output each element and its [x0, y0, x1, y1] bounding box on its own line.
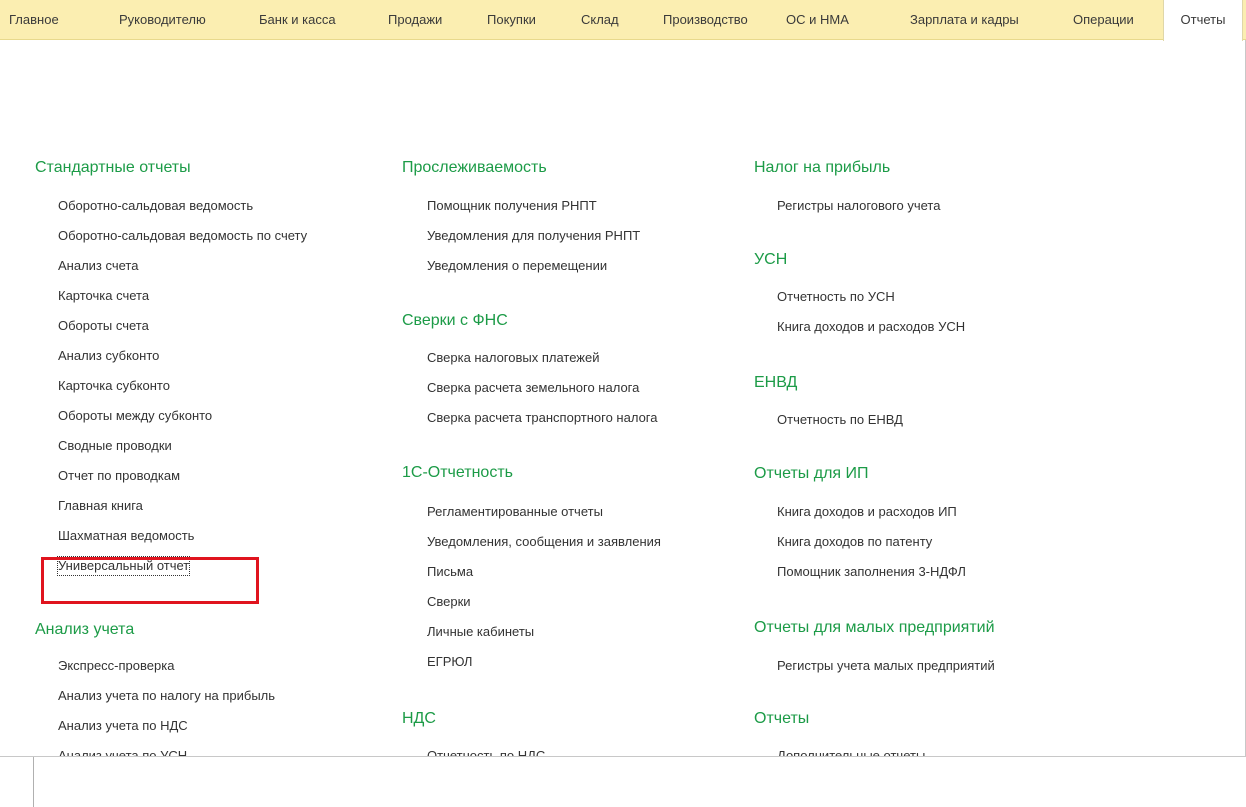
menu-item-production[interactable]: Производство [663, 0, 748, 40]
link-vat-reporting[interactable]: Отчетность по НДС [427, 747, 545, 756]
link-transfer-notifications[interactable]: Уведомления о перемещении [427, 257, 607, 275]
link-patent-income-book[interactable]: Книга доходов по патенту [777, 533, 932, 551]
group-title-reports: Отчеты [754, 710, 810, 727]
reports-panel: Стандартные отчеты Оборотно-сальдовая ве… [0, 40, 1246, 757]
menu-item-salary-hr[interactable]: Зарплата и кадры [910, 0, 1019, 40]
menu-item-main[interactable]: Главное [9, 0, 59, 40]
group-title-small-business: Отчеты для малых предприятий [754, 619, 995, 636]
menu-item-operations[interactable]: Операции [1073, 0, 1134, 40]
group-title-fns-reconciliation: Сверки с ФНС [402, 312, 508, 329]
group-title-profit-tax: Налог на прибыль [754, 159, 891, 176]
link-small-business-registers[interactable]: Регистры учета малых предприятий [777, 657, 995, 675]
left-border-line [33, 757, 34, 807]
group-title-1c-reporting: 1С-Отчетность [402, 464, 513, 481]
group-title-envd: ЕНВД [754, 374, 798, 391]
link-rnpt-notifications[interactable]: Уведомления для получения РНПТ [427, 227, 640, 245]
section-menu-bar: Главное Руководителю Банк и касса Продаж… [0, 0, 1246, 41]
menu-item-purchases[interactable]: Покупки [487, 0, 536, 40]
link-personal-accounts[interactable]: Личные кабинеты [427, 623, 534, 641]
link-tax-registers[interactable]: Регистры налогового учета [777, 197, 940, 215]
menu-item-warehouse[interactable]: Склад [581, 0, 619, 40]
menu-item-manager[interactable]: Руководителю [119, 0, 206, 40]
link-envd-reporting[interactable]: Отчетность по ЕНВД [777, 411, 903, 429]
menu-item-sales[interactable]: Продажи [388, 0, 442, 40]
link-usn-reporting[interactable]: Отчетность по УСН [777, 288, 895, 306]
link-land-tax-reconciliation[interactable]: Сверка расчета земельного налога [427, 379, 639, 397]
group-title-traceability: Прослеживаемость [402, 159, 547, 176]
link-additional-reports[interactable]: Дополнительные отчеты [777, 747, 925, 756]
menu-item-reports[interactable]: Отчеты [1163, 0, 1243, 41]
group-title-ip-reports: Отчеты для ИП [754, 465, 869, 482]
column-profit-tax: Налог на прибыль Регистры налогового уче… [0, 40, 995, 756]
link-rnpt-assistant[interactable]: Помощник получения РНПТ [427, 197, 597, 215]
link-tax-payments-reconciliation[interactable]: Сверка налоговых платежей [427, 349, 600, 367]
annotation-highlight-box [41, 557, 259, 604]
menu-item-fixed-assets[interactable]: ОС и НМА [786, 0, 849, 40]
link-notifications-statements[interactable]: Уведомления, сообщения и заявления [427, 533, 661, 551]
group-title-usn: УСН [754, 251, 788, 268]
link-reconciliations[interactable]: Сверки [427, 593, 471, 611]
link-letters[interactable]: Письма [427, 563, 473, 581]
link-3ndfl-assistant[interactable]: Помощник заполнения 3-НДФЛ [777, 563, 966, 581]
link-regulated-reports[interactable]: Регламентированные отчеты [427, 503, 603, 521]
menu-item-bank-cash[interactable]: Банк и касса [259, 0, 336, 40]
link-usn-income-expense-book[interactable]: Книга доходов и расходов УСН [777, 318, 965, 336]
link-transport-tax-reconciliation[interactable]: Сверка расчета транспортного налога [427, 409, 657, 427]
link-ip-income-expense-book[interactable]: Книга доходов и расходов ИП [777, 503, 957, 521]
link-egrul[interactable]: ЕГРЮЛ [427, 653, 472, 671]
group-title-vat: НДС [402, 710, 436, 727]
